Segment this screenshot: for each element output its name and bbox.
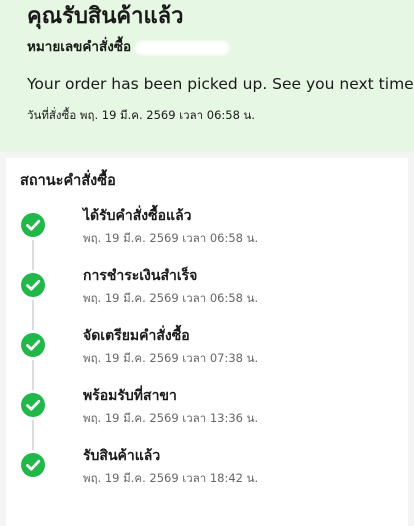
check-circle-icon — [21, 453, 45, 477]
order-status-card: สถานะคำสั่งซื้อ ได้รับคำสั่งซื้อแล้ว พฤ.… — [6, 158, 408, 526]
status-step-time: พฤ. 19 มี.ค. 2569 เวลา 13:36 น. — [83, 411, 259, 425]
check-circle-icon — [21, 213, 45, 237]
order-date: วันที่สั่งซื้อ พฤ. 19 มี.ค. 2569 เวลา 06… — [27, 108, 256, 122]
status-step-time: พฤ. 19 มี.ค. 2569 เวลา 06:58 น. — [83, 291, 259, 305]
status-step-label: จัดเตรียมคำสั่งซื้อ — [83, 328, 190, 344]
order-number-row: หมายเลขคำสั่งซื้อ — [27, 36, 230, 58]
page-title: คุณรับสินค้าแล้ว — [27, 4, 184, 29]
status-step-time: พฤ. 19 มี.ค. 2569 เวลา 06:58 น. — [83, 231, 259, 245]
pickup-message: Your order has been picked up. See you n… — [27, 75, 414, 93]
order-status-title: สถานะคำสั่งซื้อ — [20, 173, 116, 189]
status-step-label: รับสินค้าแล้ว — [83, 448, 161, 464]
redacted-order-number — [135, 41, 230, 55]
status-step-order-received: ได้รับคำสั่งซื้อแล้ว พฤ. 19 มี.ค. 2569 เ… — [6, 206, 408, 256]
check-circle-icon — [21, 393, 45, 417]
status-step-time: พฤ. 19 มี.ค. 2569 เวลา 07:38 น. — [83, 351, 259, 365]
status-step-time: พฤ. 19 มี.ค. 2569 เวลา 18:42 น. — [83, 471, 259, 485]
status-step-picked-up: รับสินค้าแล้ว พฤ. 19 มี.ค. 2569 เวลา 18:… — [6, 446, 408, 496]
status-step-payment-success: การชำระเงินสำเร็จ พฤ. 19 มี.ค. 2569 เวลา… — [6, 266, 408, 316]
status-step-ready-for-pickup: พร้อมรับที่สาขา พฤ. 19 มี.ค. 2569 เวลา 1… — [6, 386, 408, 436]
check-circle-icon — [21, 333, 45, 357]
check-circle-icon — [21, 273, 45, 297]
order-summary-header: คุณรับสินค้าแล้ว หมายเลขคำสั่งซื้อ Your … — [0, 0, 414, 152]
status-step-label: พร้อมรับที่สาขา — [83, 388, 177, 404]
order-number-label: หมายเลขคำสั่งซื้อ — [27, 39, 132, 55]
status-step-label: การชำระเงินสำเร็จ — [83, 268, 198, 284]
status-step-label: ได้รับคำสั่งซื้อแล้ว — [83, 208, 192, 224]
status-step-preparing-order: จัดเตรียมคำสั่งซื้อ พฤ. 19 มี.ค. 2569 เว… — [6, 326, 408, 376]
